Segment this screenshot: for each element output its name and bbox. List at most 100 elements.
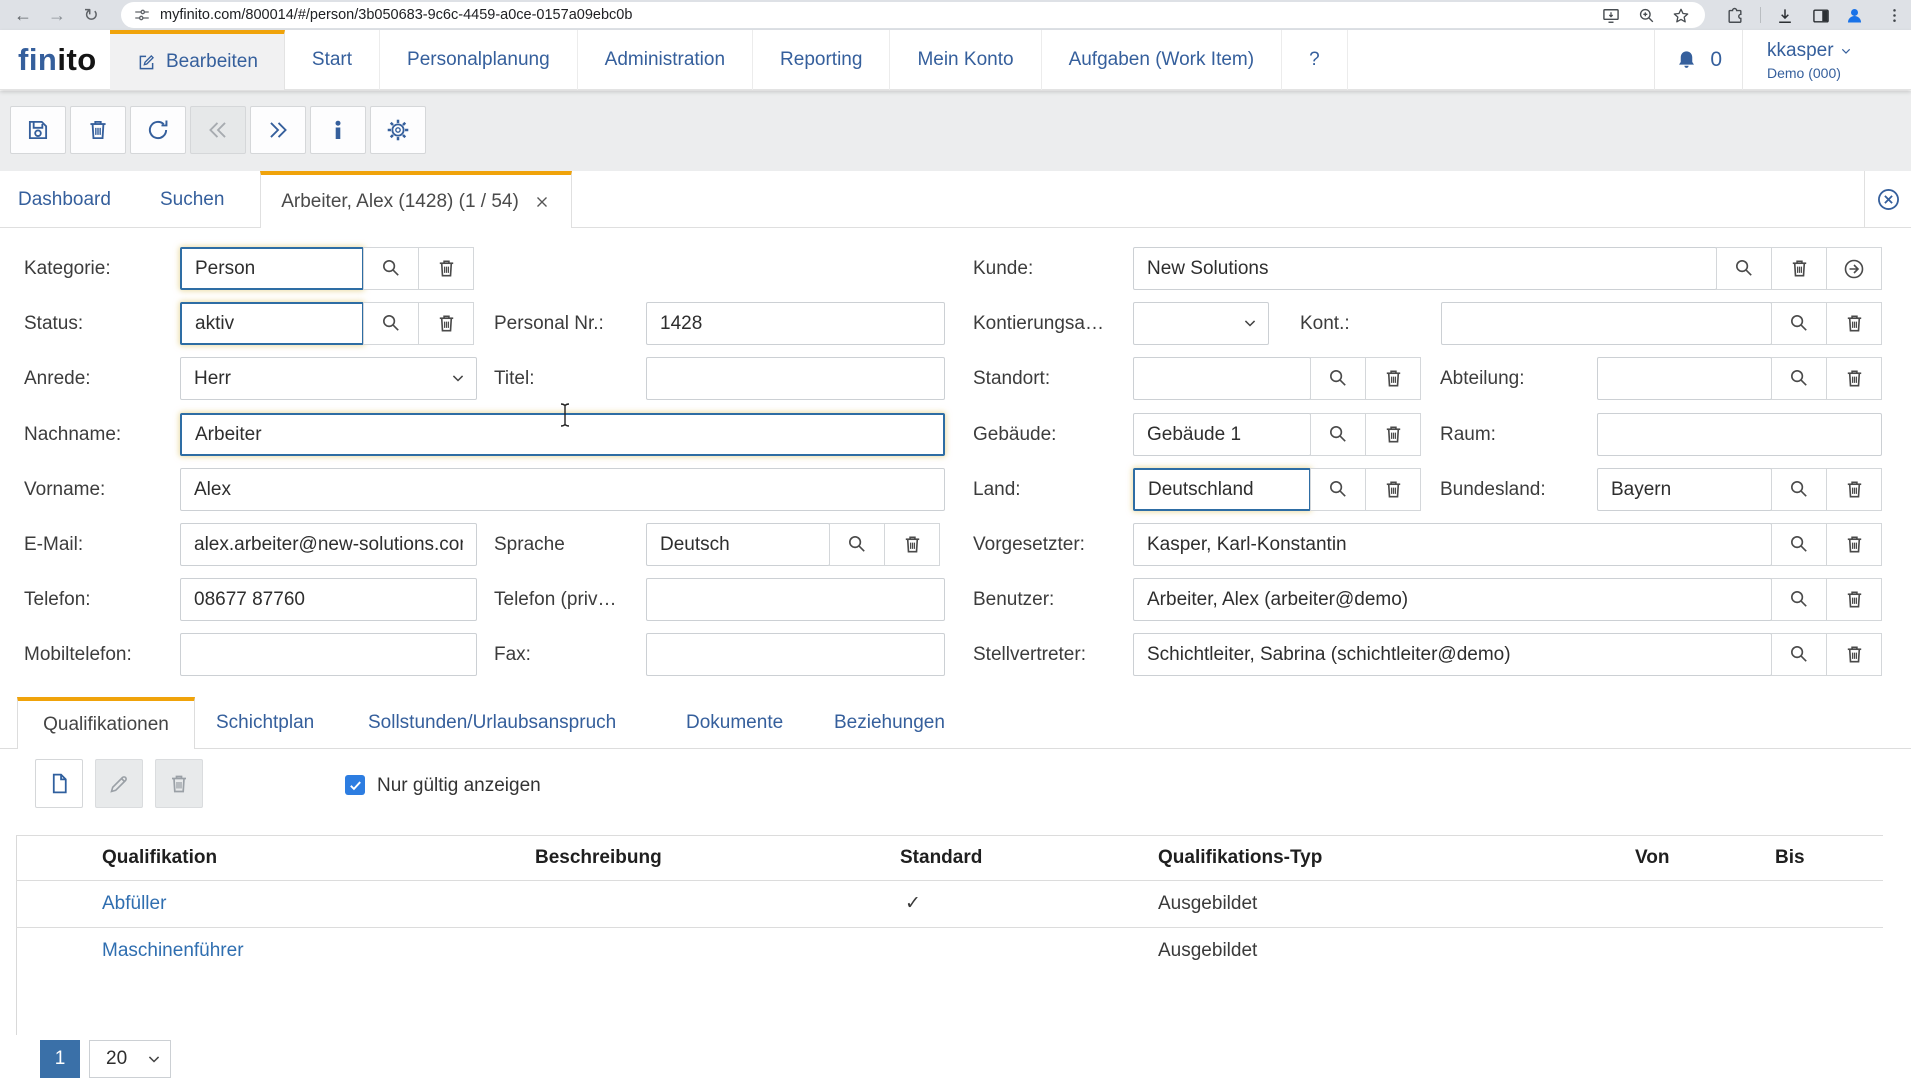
telefon-priv-input[interactable] — [646, 578, 945, 621]
next-record-button[interactable] — [250, 106, 306, 154]
tab-qualifikationen[interactable]: Qualifikationen — [17, 697, 195, 749]
url-bar[interactable]: myfinito.com/800014/#/person/3b050683-9c… — [121, 2, 1705, 28]
benutzer-search-button[interactable] — [1771, 578, 1827, 621]
email-label: E-Mail: — [24, 523, 83, 566]
land-input[interactable] — [1133, 468, 1311, 511]
gebaeude-clear-button[interactable] — [1365, 413, 1421, 456]
tab-person-active[interactable]: Arbeiter, Alex (1428) (1 / 54) — [260, 171, 572, 228]
sprache-input[interactable] — [646, 523, 830, 566]
close-icon[interactable] — [533, 193, 551, 211]
new-qualification-button[interactable] — [35, 759, 83, 808]
vorgesetzter-search-button[interactable] — [1771, 523, 1827, 566]
tab-dokumente[interactable]: Dokumente — [686, 697, 783, 749]
vorgesetzter-input[interactable] — [1133, 523, 1772, 566]
forward-icon[interactable]: → — [42, 0, 72, 30]
status-clear-button[interactable] — [418, 302, 474, 345]
abteilung-search-button[interactable] — [1771, 357, 1827, 400]
mobiltelefon-input[interactable] — [180, 633, 477, 676]
benutzer-input[interactable] — [1133, 578, 1772, 621]
kategorie-clear-button[interactable] — [418, 247, 474, 290]
standort-input[interactable] — [1133, 357, 1311, 400]
refresh-button[interactable] — [130, 106, 186, 154]
land-clear-button[interactable] — [1365, 468, 1421, 511]
nav-item-reporting[interactable]: Reporting — [753, 30, 890, 90]
tab-beziehungen[interactable]: Beziehungen — [834, 697, 945, 749]
browser-menu-icon[interactable] — [1882, 3, 1907, 28]
standort-clear-button[interactable] — [1365, 357, 1421, 400]
nav-item-personalplanung[interactable]: Personalplanung — [380, 30, 578, 90]
info-button[interactable] — [310, 106, 366, 154]
nav-item-bearbeiten[interactable]: Bearbeiten — [110, 30, 285, 90]
kunde-clear-button[interactable] — [1771, 247, 1827, 290]
anrede-select[interactable]: Herr — [180, 357, 477, 400]
benutzer-clear-button[interactable] — [1826, 578, 1882, 621]
standort-search-button[interactable] — [1310, 357, 1366, 400]
status-search-button[interactable] — [363, 302, 419, 345]
titel-input[interactable] — [646, 357, 945, 400]
site-settings-icon[interactable] — [133, 6, 151, 24]
kategorie-input[interactable] — [180, 247, 364, 290]
stellvertreter-clear-button[interactable] — [1826, 633, 1882, 676]
kategorie-search-button[interactable] — [363, 247, 419, 290]
status-input[interactable] — [180, 302, 364, 345]
abteilung-input[interactable] — [1597, 357, 1772, 400]
kunde-input[interactable] — [1133, 247, 1717, 290]
zoom-icon[interactable] — [1634, 3, 1659, 28]
downloads-icon[interactable] — [1772, 3, 1797, 28]
install-app-icon[interactable] — [1598, 3, 1623, 28]
settings-button[interactable] — [370, 106, 426, 154]
bookmark-star-icon[interactable] — [1668, 3, 1693, 28]
bundesland-input[interactable] — [1597, 468, 1772, 511]
gebaeude-input[interactable] — [1133, 413, 1311, 456]
raum-input[interactable] — [1597, 413, 1882, 456]
user-menu[interactable]: kkasper Demo (000) — [1743, 30, 1911, 90]
bundesland-clear-button[interactable] — [1826, 468, 1882, 511]
nav-item-start[interactable]: Start — [285, 30, 380, 90]
extensions-icon[interactable] — [1722, 3, 1747, 28]
titel-label: Titel: — [494, 357, 534, 400]
gebaeude-search-button[interactable] — [1310, 413, 1366, 456]
vorgesetzter-clear-button[interactable] — [1826, 523, 1882, 566]
nav-item-mein-konto[interactable]: Mein Konto — [890, 30, 1041, 90]
stellvertreter-search-button[interactable] — [1771, 633, 1827, 676]
profile-avatar-icon[interactable] — [1842, 3, 1867, 28]
fax-input[interactable] — [646, 633, 945, 676]
telefon-input[interactable] — [180, 578, 477, 621]
close-all-tabs-button[interactable] — [1864, 171, 1911, 227]
tab-dashboard[interactable]: Dashboard — [18, 171, 111, 228]
kont-input[interactable] — [1441, 302, 1772, 345]
sprache-clear-button[interactable] — [884, 523, 940, 566]
personal-nr-input[interactable] — [646, 302, 945, 345]
tab-sollstunden[interactable]: Sollstunden/Urlaubsanspruch — [368, 697, 616, 749]
kont-clear-button[interactable] — [1826, 302, 1882, 345]
back-icon[interactable]: ← — [8, 0, 38, 30]
bundesland-search-button[interactable] — [1771, 468, 1827, 511]
finito-logo[interactable]: finito — [18, 30, 97, 90]
vorname-input[interactable] — [180, 468, 945, 511]
kunde-goto-button[interactable] — [1826, 247, 1882, 290]
notifications-button[interactable]: 0 — [1654, 30, 1743, 90]
kont-search-button[interactable] — [1771, 302, 1827, 345]
kunde-search-button[interactable] — [1716, 247, 1772, 290]
nav-item-aufgaben[interactable]: Aufgaben (Work Item) — [1042, 30, 1283, 90]
page-size-select[interactable]: 20 — [89, 1040, 171, 1078]
tab-schichtplan[interactable]: Schichtplan — [216, 697, 314, 749]
save-button[interactable] — [10, 106, 66, 154]
side-panel-icon[interactable] — [1808, 3, 1833, 28]
table-row-qualification-link[interactable]: Abfüller — [102, 880, 166, 927]
kontierungsart-select[interactable] — [1133, 302, 1269, 345]
sprache-search-button[interactable] — [829, 523, 885, 566]
nav-mein-konto-label: Mein Konto — [917, 49, 1013, 71]
reload-icon[interactable]: ↻ — [76, 0, 106, 30]
stellvertreter-input[interactable] — [1133, 633, 1772, 676]
delete-button[interactable] — [70, 106, 126, 154]
land-search-button[interactable] — [1310, 468, 1366, 511]
email-input[interactable] — [180, 523, 477, 566]
page-number-button[interactable]: 1 — [40, 1040, 80, 1078]
tab-suchen[interactable]: Suchen — [160, 171, 224, 228]
nur-gueltig-checkbox[interactable] — [345, 775, 365, 795]
table-row-qualification-link[interactable]: Maschinenführer — [102, 927, 244, 974]
nav-item-administration[interactable]: Administration — [578, 30, 753, 90]
abteilung-clear-button[interactable] — [1826, 357, 1882, 400]
nav-item-help[interactable]: ? — [1282, 30, 1348, 90]
